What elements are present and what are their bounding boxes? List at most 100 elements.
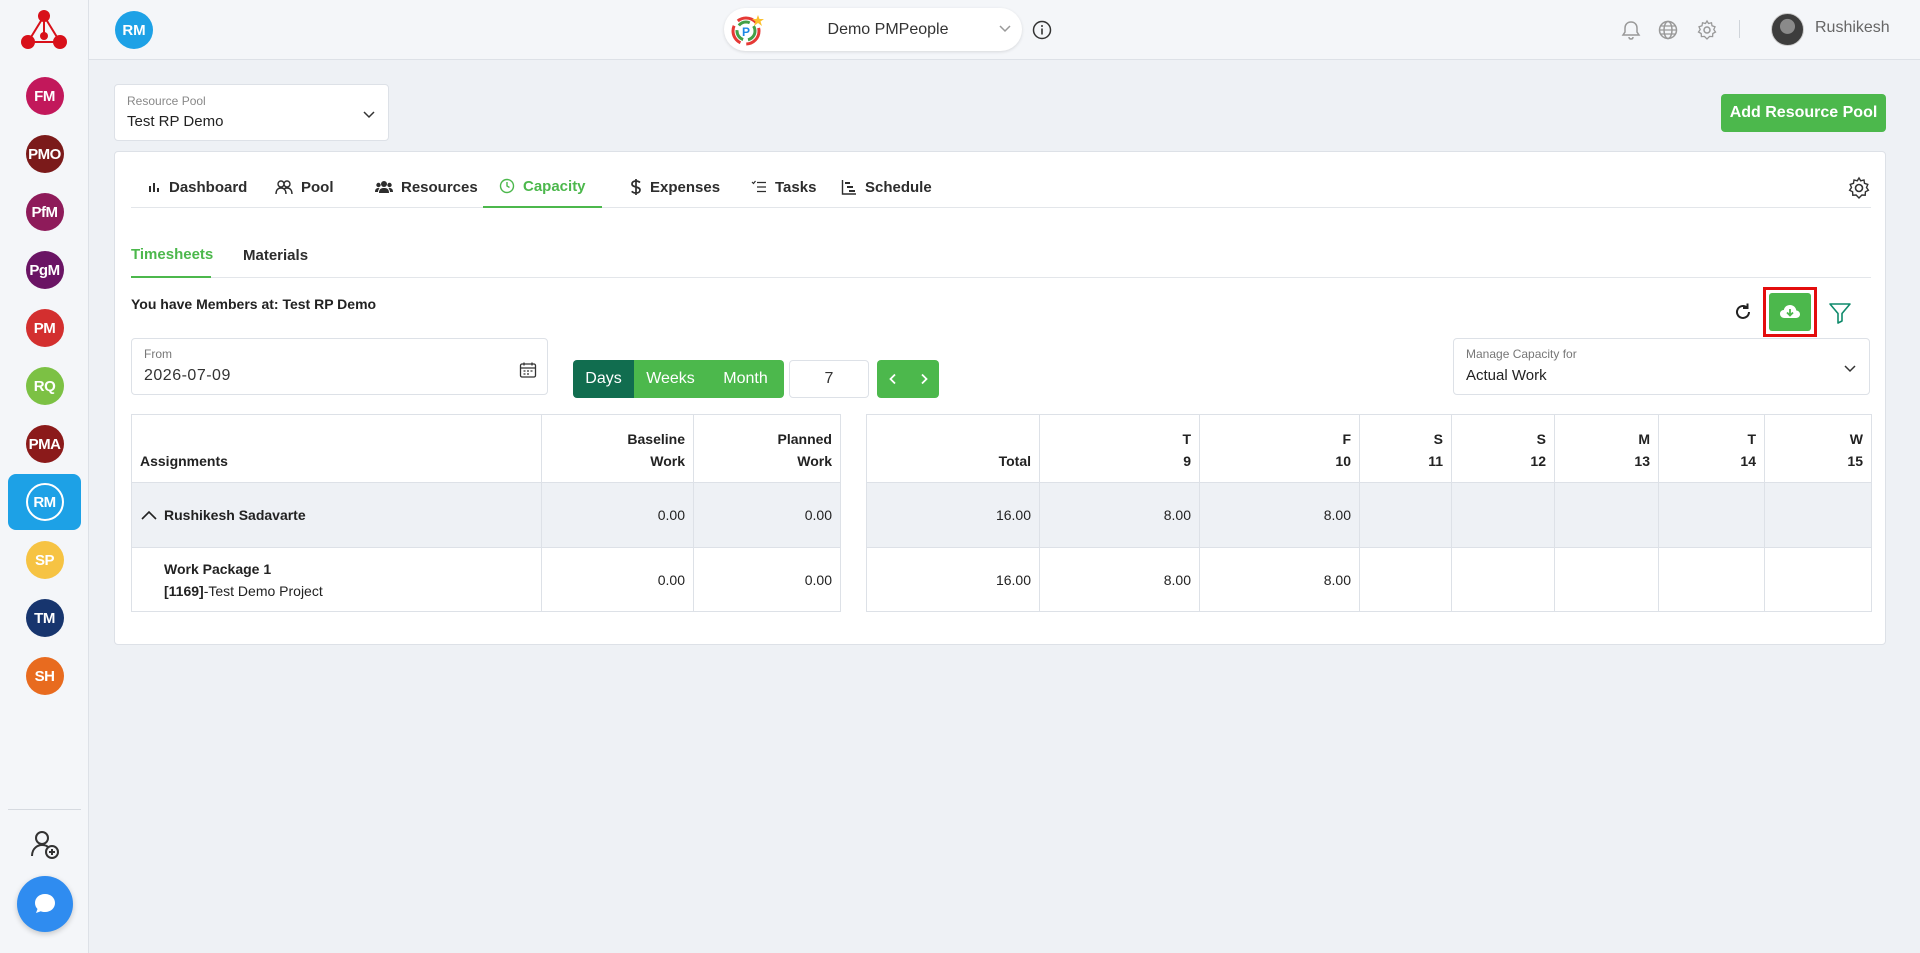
rail-item-sp[interactable]: SP <box>8 532 81 588</box>
settings-icon[interactable] <box>1847 176 1871 200</box>
group-icon <box>375 181 393 193</box>
rail-item-rq[interactable]: RQ <box>8 358 81 414</box>
day-cell[interactable] <box>1359 547 1452 612</box>
globe-icon[interactable] <box>1657 19 1679 41</box>
period-count-input[interactable]: 7 <box>789 360 869 398</box>
refresh-icon[interactable] <box>1732 301 1754 323</box>
rail-avatar: RM <box>25 483 64 521</box>
org-name: Demo PMPeople <box>827 20 949 38</box>
tab-expenses[interactable]: Expenses <box>614 166 736 208</box>
day-cell[interactable] <box>1451 547 1555 612</box>
weeks-button[interactable]: Weeks <box>634 360 707 398</box>
tab-label: Capacity <box>523 177 586 195</box>
baseline-work-header: Baseline Work <box>541 414 694 483</box>
rail-item-sh[interactable]: SH <box>8 648 81 704</box>
rail-item-fm[interactable]: FM <box>8 68 81 124</box>
day-cell[interactable]: 8.00 <box>1039 547 1200 612</box>
app-logo-icon[interactable] <box>19 6 69 52</box>
group-name-cell: Rushikesh Sadavarte <box>131 482 542 548</box>
filter-icon[interactable] <box>1828 301 1852 325</box>
resource-pool-select[interactable]: Resource Pool Test RP Demo <box>114 84 389 141</box>
tab-label: Dashboard <box>169 178 248 196</box>
tab-label: Pool <box>301 178 334 196</box>
calendar-icon[interactable] <box>519 361 537 379</box>
project-label: [1169]-Test Demo Project <box>164 582 323 599</box>
chevron-up-icon[interactable] <box>140 509 158 521</box>
planned-cell: 0.00 <box>693 482 841 548</box>
download-highlight <box>1763 287 1817 337</box>
work-package-title[interactable]: Work Package 1 <box>140 558 533 580</box>
rail-item-pma[interactable]: PMA <box>8 416 81 472</box>
rail-item-pgm[interactable]: PgM <box>8 242 81 298</box>
clock-icon <box>499 178 515 194</box>
rail-item-pfm[interactable]: PfM <box>8 184 81 240</box>
sub-tabs: Timesheets Materials <box>131 232 1871 278</box>
rail-item-pmo[interactable]: PMO <box>8 126 81 182</box>
manage-capacity-label: Manage Capacity for <box>1466 347 1577 361</box>
subtab-timesheets[interactable]: Timesheets <box>131 232 213 278</box>
tab-dashboard[interactable]: Dashboard <box>131 166 263 208</box>
chevron-right-icon <box>920 373 928 385</box>
topbar-separator <box>1739 20 1740 38</box>
day-cell[interactable]: 8.00 <box>1199 547 1360 612</box>
tab-tasks[interactable]: Tasks <box>735 166 832 208</box>
tab-schedule[interactable]: Schedule <box>825 166 948 208</box>
day-cell: 8.00 <box>1199 482 1360 548</box>
day-header: S 11 <box>1359 414 1452 483</box>
add-user-icon[interactable] <box>30 829 60 859</box>
main-tabs: Dashboard Pool Resources Capacity Expens… <box>131 166 1871 208</box>
settings-icon[interactable] <box>1696 19 1718 41</box>
rail-avatar: SH <box>25 657 64 695</box>
rail-item-rm[interactable]: RM <box>8 474 81 530</box>
download-button[interactable] <box>1769 293 1811 331</box>
day-cell <box>1359 482 1452 548</box>
day-cell[interactable] <box>1554 547 1659 612</box>
rail-avatar: SP <box>25 541 64 579</box>
tab-pool[interactable]: Pool <box>259 166 350 208</box>
day-header: T 14 <box>1658 414 1765 483</box>
days-button[interactable]: Days <box>573 360 634 398</box>
rail-avatar: PM <box>25 309 64 347</box>
chevron-down-icon <box>1844 365 1856 373</box>
manage-capacity-select[interactable]: Manage Capacity for Actual Work <box>1453 338 1870 395</box>
chat-button[interactable] <box>17 876 73 932</box>
next-button[interactable] <box>908 360 939 398</box>
day-cell: 8.00 <box>1039 482 1200 548</box>
day-cell[interactable] <box>1764 547 1872 612</box>
tab-resources[interactable]: Resources <box>359 166 494 208</box>
rail-avatar: RQ <box>25 367 64 405</box>
subtab-materials[interactable]: Materials <box>243 232 308 278</box>
organization-selector[interactable]: P Demo PMPeople <box>724 8 1022 51</box>
month-button[interactable]: Month <box>707 360 784 398</box>
resource-pool-value: Test RP Demo <box>127 113 224 130</box>
baseline-cell: 0.00 <box>541 547 694 612</box>
manage-capacity-value: Actual Work <box>1466 367 1547 384</box>
table-row: Work Package 1 [1169]-Test Demo Project … <box>131 547 841 612</box>
tab-label: Resources <box>401 178 478 196</box>
user-name[interactable]: Rushikesh <box>1815 19 1890 37</box>
day-cell[interactable] <box>1658 547 1765 612</box>
rail-item-pm[interactable]: PM <box>8 300 81 356</box>
add-resource-pool-button[interactable]: Add Resource Pool <box>1721 94 1886 132</box>
info-icon[interactable] <box>1032 20 1052 40</box>
org-logo-icon: P <box>731 15 764 46</box>
day-header: M 13 <box>1554 414 1659 483</box>
rail-item-tm[interactable]: TM <box>8 590 81 646</box>
rail-avatar: PfM <box>25 193 64 231</box>
rail-avatar: FM <box>25 77 64 115</box>
dollar-icon <box>631 179 641 195</box>
rail-avatar: PgM <box>25 251 64 289</box>
bell-icon[interactable] <box>1620 19 1642 41</box>
table-row: 16.00 8.00 8.00 <box>866 482 1872 548</box>
user-avatar[interactable] <box>1771 13 1804 46</box>
tab-capacity[interactable]: Capacity <box>483 166 602 208</box>
timesheet-grid: Total T9 F 10 S 11 S 12 M 13 T 14 W 15 16.00 8… <box>866 414 1872 612</box>
from-date-field[interactable]: From 2026-07-09 <box>131 338 548 395</box>
rail-avatar: TM <box>25 599 64 637</box>
day-cell <box>1451 482 1555 548</box>
rail-avatar: PMO <box>25 135 64 173</box>
workspace-avatar[interactable]: RM <box>115 11 153 49</box>
planned-cell: 0.00 <box>693 547 841 612</box>
rail-divider <box>8 809 81 810</box>
previous-button[interactable] <box>877 360 908 398</box>
